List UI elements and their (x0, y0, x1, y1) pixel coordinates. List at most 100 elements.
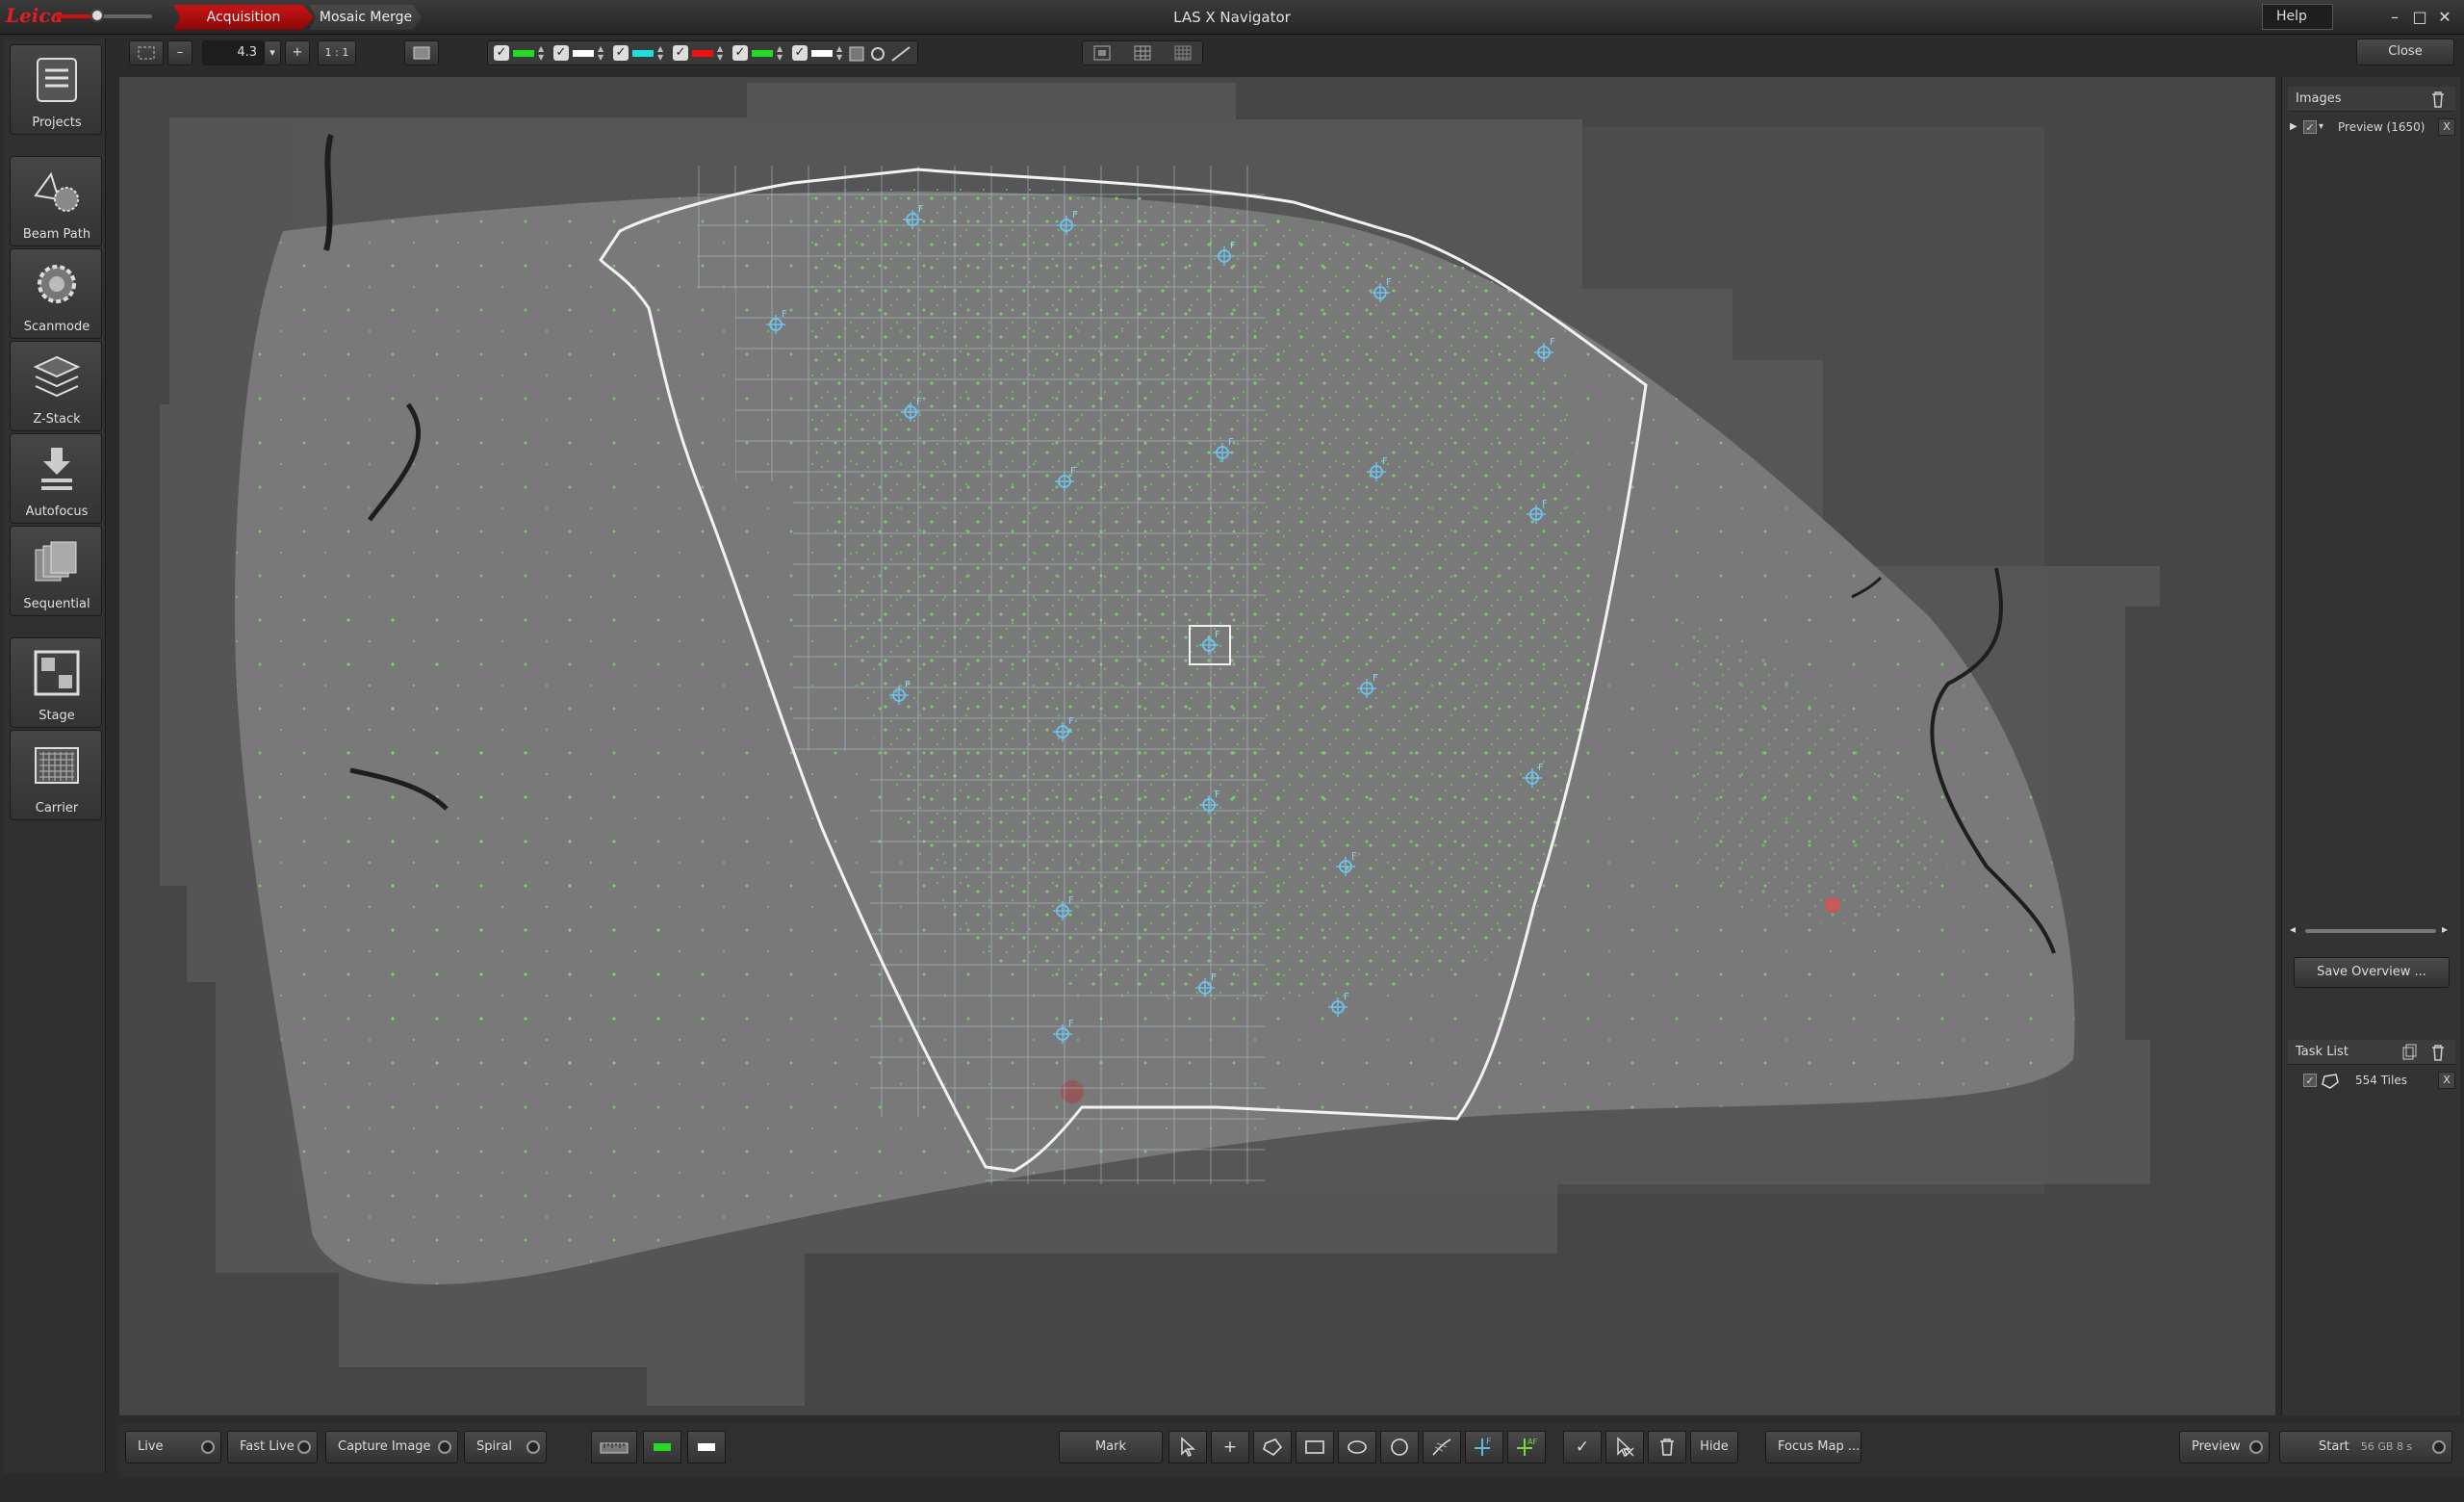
channel-6-color-swatch[interactable] (811, 50, 833, 57)
delete-task-icon[interactable] (2430, 1044, 2446, 1061)
lut-icon[interactable] (848, 45, 865, 63)
fast-live-button[interactable]: Fast Live (227, 1431, 318, 1463)
channel-4-color-swatch[interactable] (692, 50, 713, 57)
channel-1-color-swatch[interactable] (513, 50, 534, 57)
sidebar-item-beam-path[interactable]: Beam Path (10, 156, 102, 246)
scroll-left-icon[interactable]: ◂ (2290, 922, 2296, 936)
sidebar-item-z-stack[interactable]: Z-Stack (10, 341, 102, 431)
freehand-tool-button[interactable] (1423, 1431, 1461, 1463)
expand-icon[interactable]: ▶ (2290, 121, 2297, 132)
channel-green-toggle[interactable] (643, 1431, 681, 1463)
remove-image-button[interactable]: X (2438, 118, 2455, 136)
channel-3-checkbox[interactable]: ✓ (613, 45, 629, 61)
horizontal-scrollbar[interactable]: ◂ ▸ (2288, 922, 2455, 938)
tile-view-icon[interactable] (1092, 44, 1112, 62)
gamma-icon[interactable] (890, 45, 911, 63)
capture-image-button[interactable]: Capture Image (325, 1431, 458, 1463)
channel-4-checkbox[interactable]: ✓ (673, 45, 688, 61)
sidebar-item-projects[interactable]: Projects (10, 44, 102, 135)
zoom-in-button[interactable]: + (285, 40, 310, 65)
brightness-slider-handle[interactable] (90, 9, 104, 22)
channel-5-checkbox[interactable]: ✓ (732, 45, 748, 61)
remove-task-button[interactable]: X (2438, 1072, 2455, 1089)
copy-task-icon[interactable] (2401, 1044, 2417, 1061)
channel-3-spinner-icon[interactable]: ▲ ▼ (657, 44, 665, 62)
scroll-right-icon[interactable]: ▸ (2442, 922, 2448, 936)
clear-selection-button[interactable] (1605, 1431, 1644, 1463)
focus-marker-label: F (1215, 630, 1220, 640)
close-window-icon[interactable]: ✕ (2435, 8, 2454, 27)
save-overview-button[interactable]: Save Overview ... (2294, 957, 2450, 988)
focus-map-button[interactable]: Focus Map ... (1765, 1431, 1861, 1463)
help-button[interactable]: Help (2262, 4, 2333, 30)
zoom-value-input[interactable]: 4.3 (202, 40, 264, 65)
minimize-icon[interactable]: – (2385, 8, 2404, 27)
delete-button[interactable] (1648, 1431, 1686, 1463)
focus-marker-label: F (1230, 241, 1236, 251)
close-button[interactable]: Close (2356, 39, 2454, 65)
focus-point-button[interactable]: F (1465, 1431, 1503, 1463)
task-item-checkbox[interactable]: ✓ (2303, 1074, 2317, 1087)
channel-2-spinner-icon[interactable]: ▲ ▼ (598, 44, 605, 62)
sidebar-item-autofocus[interactable]: Autofocus (10, 433, 102, 524)
image-item-dropdown-icon[interactable]: ▾ (2319, 121, 2323, 132)
scrollbar-thumb[interactable] (2305, 929, 2436, 933)
focus-marker-label: F (1072, 210, 1078, 220)
task-list-item[interactable]: ✓ 554 Tiles X (2288, 1071, 2455, 1092)
overlay-button[interactable] (404, 40, 439, 65)
autofocus-point-button[interactable]: AF (1507, 1431, 1546, 1463)
fine-grid-view-icon[interactable] (1173, 44, 1193, 62)
channel-3-color-swatch[interactable] (632, 50, 654, 57)
one-to-one-button[interactable]: 1 : 1 (318, 40, 356, 65)
window-title: LAS X Navigator (1173, 9, 1291, 26)
fit-view-button[interactable] (129, 40, 164, 65)
freehand-icon (1432, 1438, 1451, 1456)
mark-button[interactable]: Mark (1059, 1431, 1163, 1463)
channel-1-spinner-icon[interactable]: ▲ ▼ (538, 44, 546, 62)
zoom-out-button[interactable]: – (167, 40, 192, 65)
maximize-icon[interactable]: □ (2410, 8, 2429, 27)
preview-button[interactable]: Preview (2179, 1431, 2270, 1463)
mosaic-preview[interactable]: F F F F F F F F F F F F F F F F F F F F F F (119, 77, 2275, 1415)
image-list-item[interactable]: ▶ ✓ ▾ Preview (1650) X (2288, 117, 2455, 139)
channel-6-spinner-icon[interactable]: ▲ ▼ (836, 44, 844, 62)
live-button[interactable]: Live (125, 1431, 221, 1463)
channel-5-color-swatch[interactable] (752, 50, 773, 57)
sidebar-item-scanmode[interactable]: Scanmode (10, 248, 102, 339)
polygon-tool-button[interactable] (1253, 1431, 1292, 1463)
sidebar-item-stage[interactable]: Stage (10, 637, 102, 728)
tab-acquisition[interactable]: Acquisition (173, 5, 314, 30)
image-item-checkbox[interactable]: ✓ (2303, 120, 2317, 134)
svg-text:F: F (1486, 1437, 1491, 1447)
channel-2-checkbox[interactable]: ✓ (553, 45, 569, 61)
grid-view-icon[interactable] (1133, 44, 1152, 62)
channel-6-checkbox[interactable]: ✓ (792, 45, 808, 61)
navigator-canvas[interactable]: F F F F F F F F F F F F F F F F F F F F F F (119, 77, 2275, 1415)
focus-marker-label: F (1542, 499, 1548, 509)
clear-selection-icon (1617, 1437, 1634, 1457)
select-tool-button[interactable] (1168, 1431, 1207, 1463)
focus-marker-label: F (916, 397, 922, 407)
rectangle-tool-button[interactable] (1296, 1431, 1334, 1463)
tab-mosaic-merge[interactable]: Mosaic Merge (310, 5, 422, 30)
start-button[interactable]: Start 56 GB 8 s (2279, 1431, 2452, 1463)
ellipse-tool-button[interactable] (1338, 1431, 1376, 1463)
zoom-dropdown-icon[interactable]: ▾ (264, 40, 281, 65)
ruler-button[interactable] (591, 1431, 637, 1463)
channel-1-checkbox[interactable]: ✓ (494, 45, 509, 61)
channel-white-toggle[interactable] (687, 1431, 726, 1463)
channel-5-spinner-icon[interactable]: ▲ ▼ (777, 44, 784, 62)
white-channel-icon (698, 1443, 715, 1451)
sidebar-item-carrier[interactable]: Carrier (10, 730, 102, 820)
apply-button[interactable]: ✓ (1563, 1431, 1602, 1463)
image-toolbar: – 4.3 ▾ + 1 : 1 ✓ ▲ ▼ ✓ ▲ ▼ ✓ ▲ ▼ ✓ ▲ ▼ ✓ (119, 39, 2464, 69)
sidebar-item-sequential[interactable]: Sequential (10, 526, 102, 616)
add-position-button[interactable]: + (1211, 1431, 1249, 1463)
channel-2-color-swatch[interactable] (573, 50, 594, 57)
trash-icon[interactable] (2430, 91, 2446, 108)
hide-button[interactable]: Hide (1690, 1431, 1738, 1463)
refresh-icon[interactable] (869, 45, 886, 63)
circle-tool-button[interactable] (1380, 1431, 1419, 1463)
channel-4-spinner-icon[interactable]: ▲ ▼ (717, 44, 725, 62)
spiral-button[interactable]: Spiral (464, 1431, 547, 1463)
